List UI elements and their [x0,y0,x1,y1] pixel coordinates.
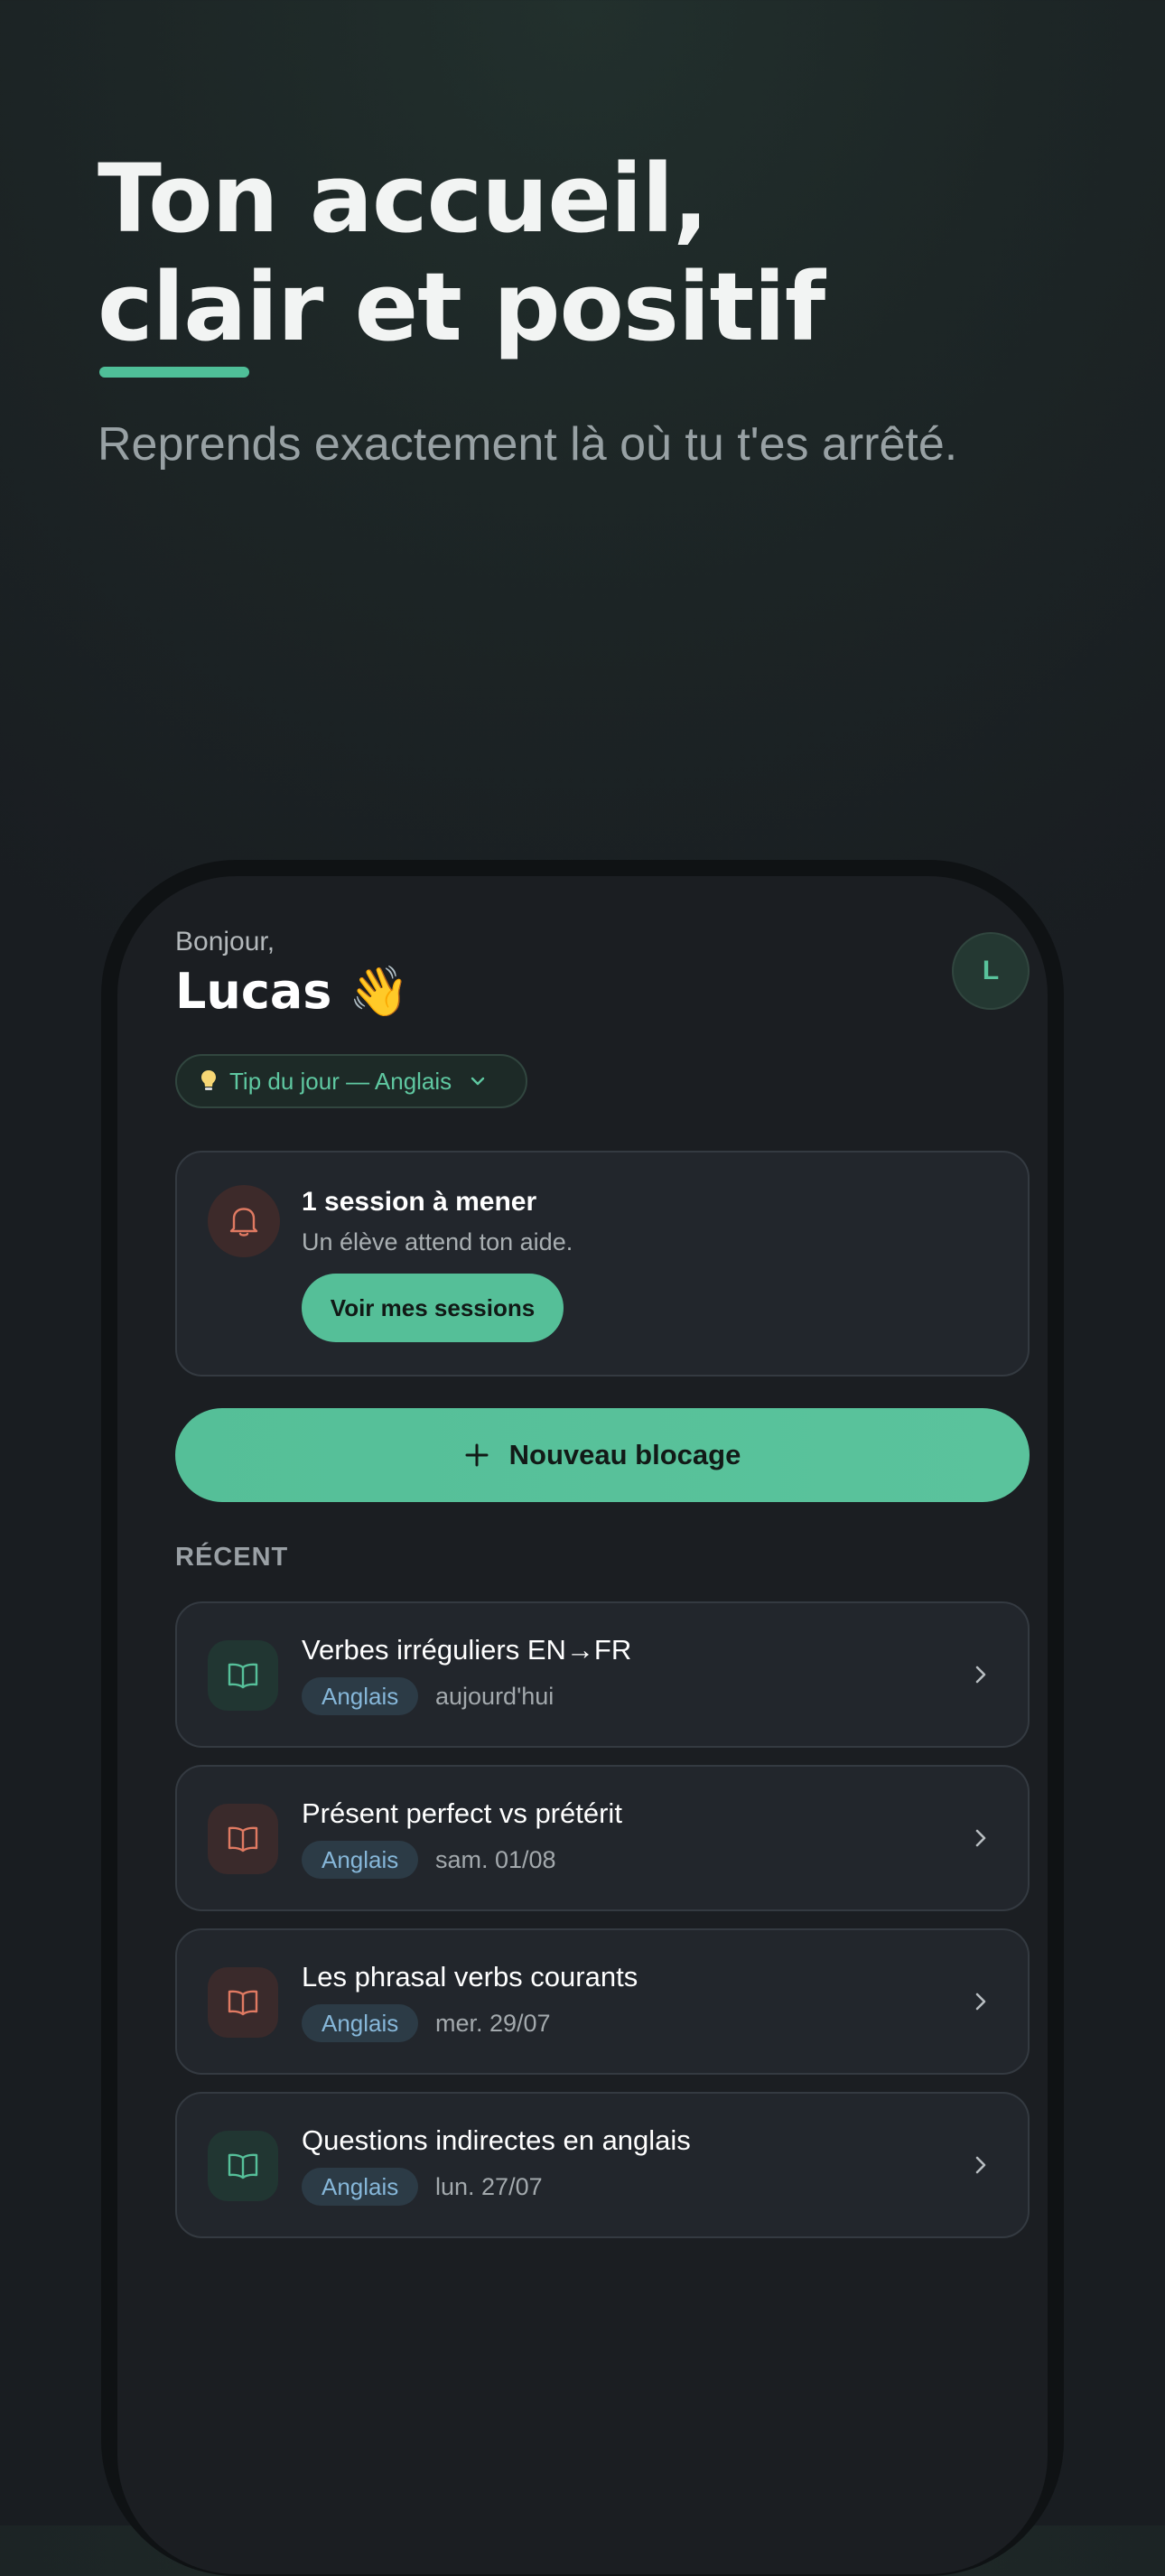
recent-item[interactable]: Les phrasal verbs courants Anglais mer. … [175,1928,1030,2075]
chevron-right-icon [975,1666,986,1684]
item-date: aujourd'hui [435,1683,555,1710]
hero-subtitle: Reprends exactement là où tu t'es arrêté… [98,418,958,471]
phone-screen: Bonjour, Lucas 👋 L Tip du jour — Anglais… [117,876,1048,2574]
chevron-right-icon [975,1993,986,2011]
book-open-icon [228,1826,258,1853]
subject-tag: Anglais [302,2168,419,2206]
book-open-icon [228,1663,258,1689]
hero-title-line2: clair et positif [98,252,825,362]
item-date: sam. 01/08 [435,1846,556,1873]
greeting: Bonjour, [175,927,275,957]
tip-label: Tip du jour — Anglais [229,1067,452,1095]
item-icon-badge [208,2131,278,2201]
recent-item[interactable]: Verbes irréguliers EN→FR Anglais aujourd… [175,1601,1030,1748]
sessions-subtitle: Un élève attend ton aide. [302,1228,573,1255]
user-name: Lucas 👋 [175,963,410,1020]
chevron-right-icon [975,1829,986,1847]
subject-tag: Anglais [302,2004,419,2042]
subject-tag: Anglais [302,1677,419,1715]
hero-title-line1: Ton accueil, [98,144,709,254]
hero-title: Ton accueil, clair et positif [98,145,825,361]
sessions-card: 1 session à mener Un élève attend ton ai… [175,1151,1030,1377]
avatar-initial: L [982,956,1000,985]
subject-tag: Anglais [302,1841,419,1879]
avatar[interactable]: L [952,932,1030,1010]
item-title: Questions indirectes en anglais [302,2124,691,2156]
recent-item[interactable]: Questions indirectes en anglais Anglais … [175,2092,1030,2238]
item-title: Les phrasal verbs courants [302,1961,638,1993]
item-date: lun. 27/07 [435,2173,543,2200]
item-date: mer. 29/07 [435,2010,551,2037]
view-sessions-button[interactable]: Voir mes sessions [302,1274,564,1342]
plus-icon [465,1443,489,1467]
chevron-down-icon [471,1077,485,1086]
recent-item[interactable]: Présent perfect vs prétérit Anglais sam.… [175,1765,1030,1911]
bell-icon [229,1208,258,1237]
sessions-title: 1 session à mener [302,1187,537,1217]
book-open-icon [228,2153,258,2179]
item-title: Présent perfect vs prétérit [302,1797,622,1829]
recent-section-label: RÉCENT [175,1543,289,1572]
item-icon-badge [208,1804,278,1874]
item-icon-badge [208,1967,278,2038]
new-blocker-button[interactable]: Nouveau blocage [175,1408,1030,1502]
title-underline [99,367,249,378]
bell-badge [208,1185,280,1257]
book-open-icon [228,1990,258,2016]
item-title: Verbes irréguliers EN→FR [302,1634,632,1666]
item-icon-badge [208,1640,278,1711]
lightbulb-icon [201,1070,216,1090]
tip-of-the-day-chip[interactable]: Tip du jour — Anglais [175,1054,527,1108]
new-blocker-label: Nouveau blocage [508,1439,741,1470]
chevron-right-icon [975,2156,986,2174]
